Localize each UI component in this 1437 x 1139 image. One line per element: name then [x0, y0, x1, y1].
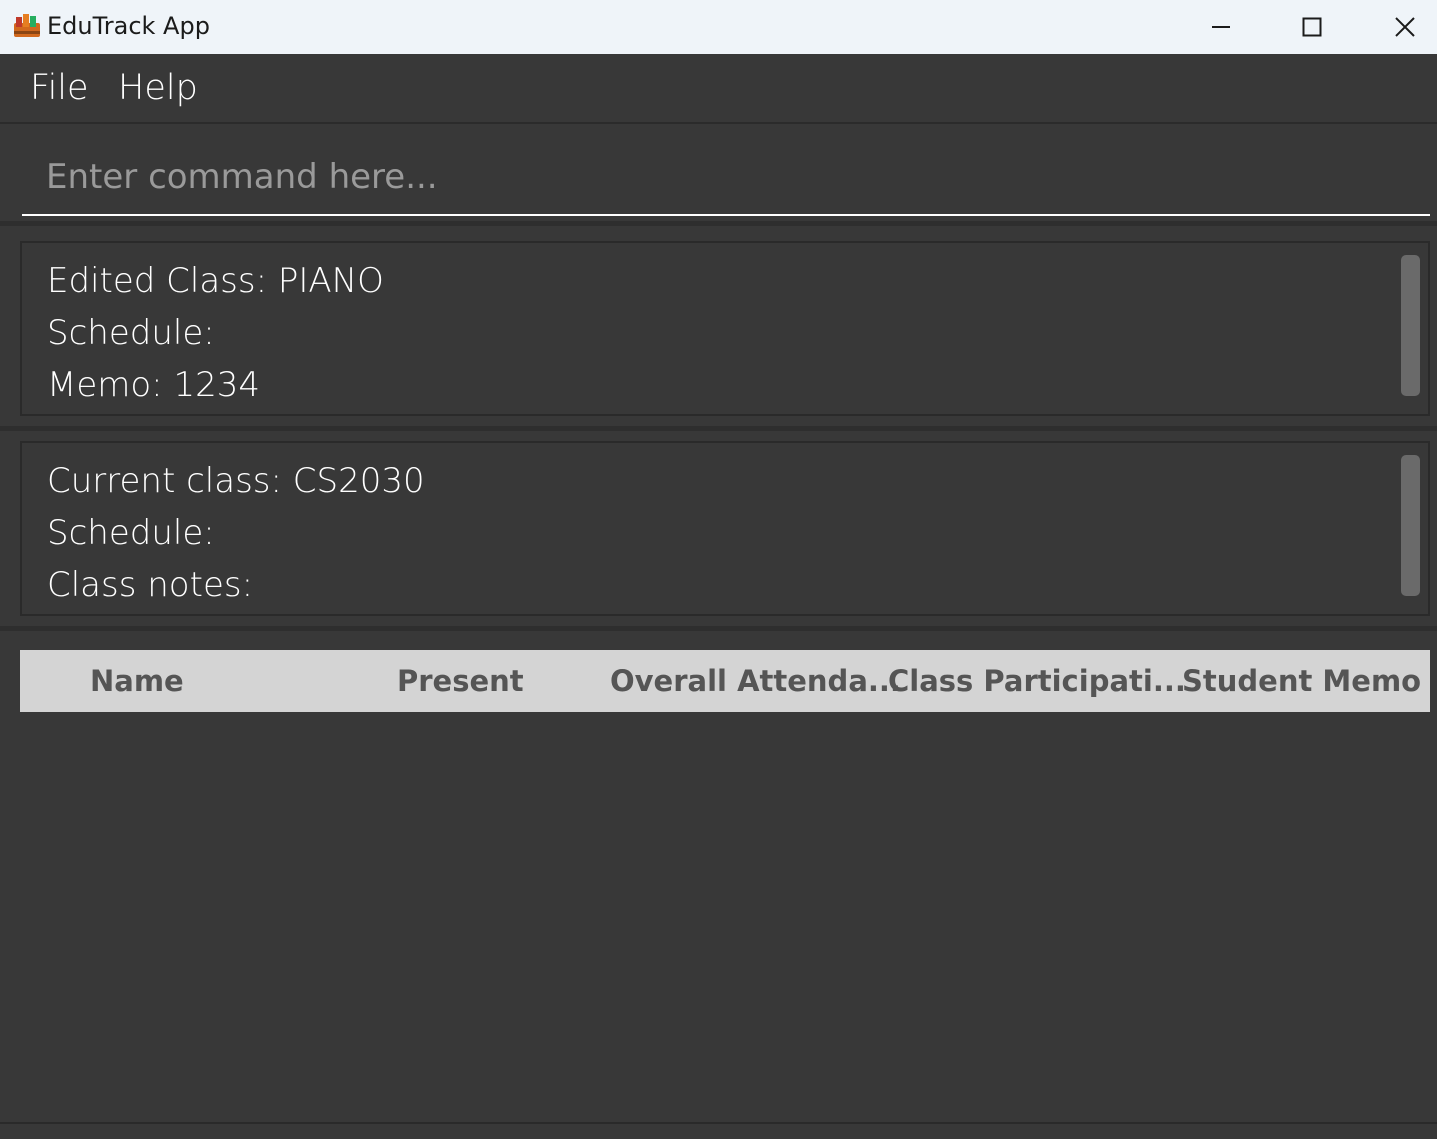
close-button[interactable] [1359, 0, 1437, 54]
minimize-icon [1212, 26, 1230, 28]
result-scrollbar[interactable] [1401, 255, 1420, 396]
books-icon [12, 11, 42, 39]
class-info-scrollbar[interactable] [1401, 455, 1420, 596]
menu-file[interactable]: File [30, 68, 89, 108]
maximize-button[interactable] [1266, 0, 1358, 54]
result-line-3: Memo: 1234 [47, 365, 260, 405]
close-icon [1395, 17, 1415, 37]
result-panel: Edited Class: PIANO Schedule: Memo: 1234 [20, 241, 1430, 416]
column-header-overall-attendance[interactable]: Overall Attenda... [610, 664, 901, 698]
menu-help[interactable]: Help [118, 68, 198, 108]
result-display: Edited Class: PIANO Schedule: Memo: 1234 [0, 231, 1437, 426]
minimize-button[interactable] [1175, 0, 1267, 54]
maximize-icon [1302, 17, 1322, 37]
menu-bar: File Help [0, 54, 1437, 124]
class-info-line-3: Class notes: [47, 565, 254, 605]
student-table-header: Name Present Overall Attenda... Class Pa… [20, 650, 1430, 712]
result-line-2: Schedule: [47, 313, 215, 353]
column-header-present[interactable]: Present [397, 664, 524, 698]
class-info-display: Current class: CS2030 Schedule: Class no… [0, 431, 1437, 626]
student-table-body [0, 712, 1437, 1122]
command-box [0, 126, 1437, 226]
class-info-panel: Current class: CS2030 Schedule: Class no… [20, 441, 1430, 616]
command-input[interactable] [22, 140, 1430, 216]
title-bar: EduTrack App [0, 0, 1437, 54]
divider [0, 626, 1437, 631]
window-title: EduTrack App [47, 12, 210, 40]
class-info-line-1: Current class: CS2030 [47, 461, 425, 501]
column-header-class-participation[interactable]: Class Participati... [888, 664, 1186, 698]
result-line-1: Edited Class: PIANO [47, 261, 384, 301]
status-bar [0, 1122, 1437, 1139]
column-header-name[interactable]: Name [90, 664, 184, 698]
column-header-student-memo[interactable]: Student Memo [1182, 664, 1421, 698]
class-info-line-2: Schedule: [47, 513, 215, 553]
